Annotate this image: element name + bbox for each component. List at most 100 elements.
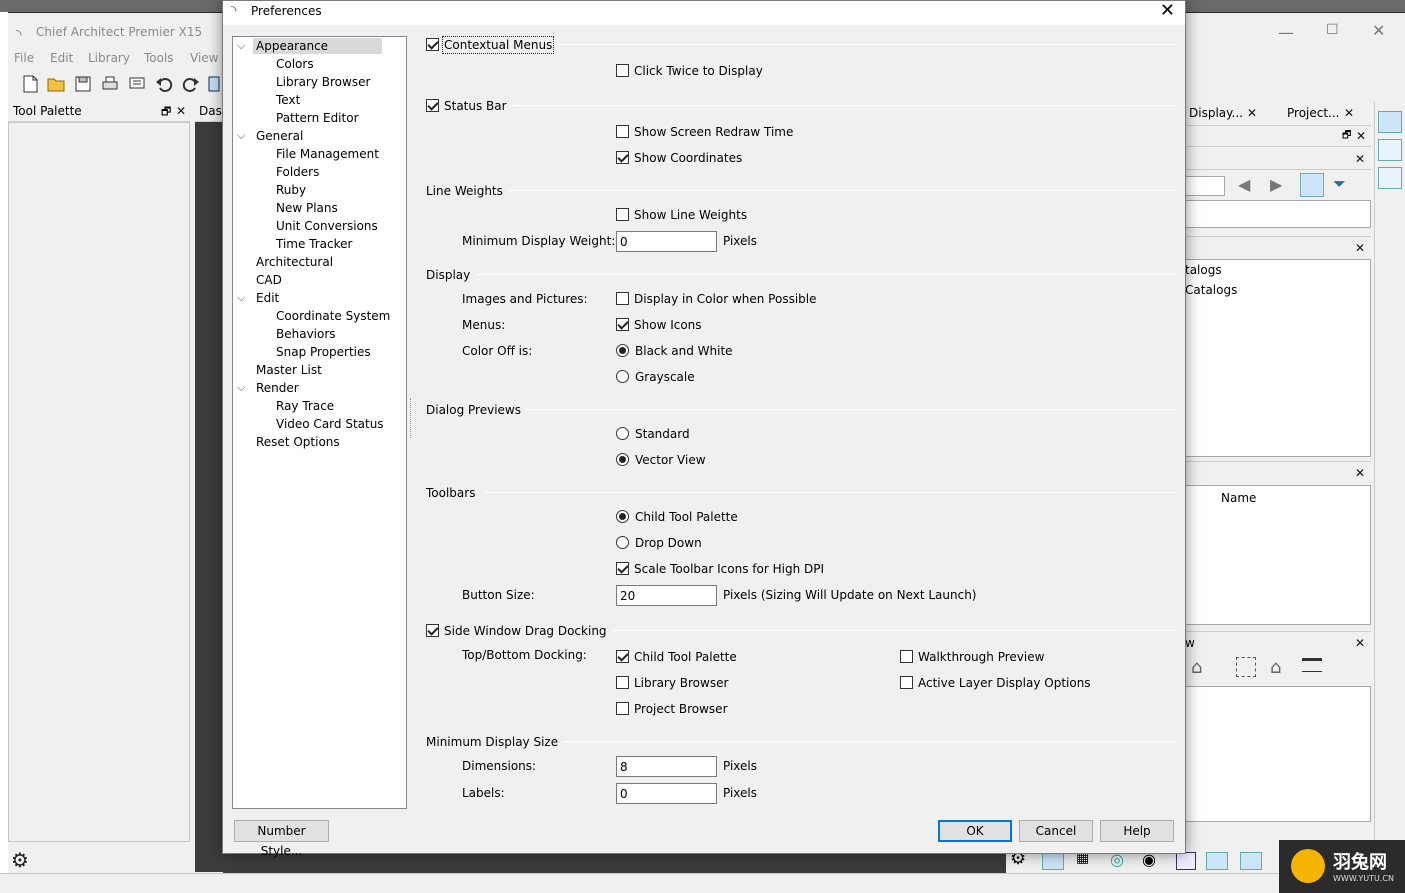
dock-active-layer-checkbox[interactable]	[900, 676, 913, 689]
house-view-icon[interactable]: ⌂	[1270, 657, 1281, 678]
side-docking-checkbox[interactable]	[426, 624, 439, 637]
tree-item-architectural[interactable]: Architectural	[256, 254, 333, 270]
browser-toggle-icon[interactable]	[1206, 852, 1228, 870]
dock-walkthrough-checkbox[interactable]	[900, 650, 913, 663]
layer-set-icon[interactable]	[1042, 852, 1064, 870]
new-file-icon[interactable]	[20, 74, 40, 94]
center-tab[interactable]: Das	[195, 101, 223, 122]
panel-splitter[interactable]	[410, 398, 413, 438]
vector-view-radio[interactable]	[616, 453, 629, 466]
vector-view-label[interactable]: Vector View	[635, 453, 706, 467]
dock-library-browser-label[interactable]: Library Browser	[634, 676, 728, 690]
tree-item-library-browser[interactable]: Library Browser	[276, 74, 370, 90]
close-right-panel-icon[interactable]: ✕	[1356, 129, 1366, 143]
grayscale-label[interactable]: Grayscale	[635, 370, 695, 384]
close-display-tab-icon[interactable]: ✕	[1247, 106, 1257, 120]
dialog-close-icon[interactable]: ✕	[1160, 1, 1175, 21]
black-white-label[interactable]: Black and White	[635, 344, 733, 358]
ok-button[interactable]: OK	[938, 820, 1012, 842]
catalog-item[interactable]: talogs	[1185, 263, 1222, 277]
dock-child-palette-label[interactable]: Child Tool Palette	[634, 650, 737, 664]
child-tool-palette-radio[interactable]	[616, 510, 629, 523]
status-bar-checkbox[interactable]	[426, 99, 439, 112]
dock-child-palette-checkbox[interactable]	[616, 650, 629, 663]
tree-item-edit[interactable]: Edit	[256, 290, 279, 306]
show-coordinates-checkbox[interactable]	[616, 151, 629, 164]
tree-item-unit-conversions[interactable]: Unit Conversions	[276, 218, 378, 234]
scale-toolbar-label[interactable]: Scale Toolbar Icons for High DPI	[634, 562, 824, 576]
close-project-tab-icon[interactable]: ✕	[1344, 106, 1354, 120]
dock-active-layer-label[interactable]: Active Layer Display Options	[918, 676, 1091, 690]
side-docking-label[interactable]: Side Window Drag Docking	[444, 624, 607, 638]
catalog-item[interactable]: Catalogs	[1185, 283, 1237, 297]
menu-view[interactable]: View	[190, 51, 218, 65]
tree-item-file-management[interactable]: File Management	[276, 146, 379, 162]
grayscale-radio[interactable]	[616, 370, 629, 383]
check-icon[interactable]	[1240, 852, 1262, 870]
help-button[interactable]: Help	[1100, 820, 1174, 842]
min-display-weight-input[interactable]	[616, 231, 717, 252]
black-white-radio[interactable]	[616, 344, 629, 357]
close-app-icon[interactable]: ✕	[1372, 21, 1385, 40]
tree-item-appearance[interactable]: Appearance	[253, 38, 383, 54]
library-browser-dock-icon[interactable]	[1378, 111, 1402, 133]
close-preview-icon[interactable]: ✕	[1355, 636, 1365, 650]
minimize-icon[interactable]: —	[1278, 23, 1294, 42]
undo-icon[interactable]	[154, 74, 174, 94]
project-browser-dock-icon[interactable]	[1378, 139, 1402, 161]
click-twice-checkbox[interactable]	[616, 64, 629, 77]
print-icon[interactable]	[100, 74, 120, 94]
drop-down-label[interactable]: Drop Down	[635, 536, 702, 550]
contextual-menus-checkbox[interactable]	[426, 38, 439, 51]
close-panel-icon[interactable]: ✕	[176, 104, 186, 118]
name-column-header[interactable]: Name	[1221, 491, 1256, 505]
dock-project-browser-checkbox[interactable]	[616, 702, 629, 715]
dimensions-input[interactable]	[616, 756, 717, 777]
settings-gear-icon[interactable]: ⚙	[11, 848, 29, 872]
tree-item-ray-trace[interactable]: Ray Trace	[276, 398, 334, 414]
drop-down-radio[interactable]	[616, 536, 629, 549]
tree-item-coordinate-system[interactable]: Coordinate System	[276, 308, 390, 324]
library-filter-icon[interactable]	[1300, 173, 1324, 197]
close-icon[interactable]: ✕	[1355, 152, 1365, 166]
tree-item-new-plans[interactable]: New Plans	[276, 200, 338, 216]
expand-chevron-icon[interactable]: ⌵	[237, 381, 245, 395]
expand-chevron-icon[interactable]: ⌵	[237, 291, 245, 305]
tree-item-master-list[interactable]: Master List	[256, 362, 322, 378]
contextual-menus-label[interactable]: Contextual Menus	[441, 36, 555, 54]
tree-item-pattern-editor[interactable]: Pattern Editor	[276, 110, 359, 126]
expand-chevron-icon[interactable]: ⌵	[237, 39, 245, 53]
standard-label[interactable]: Standard	[635, 427, 690, 441]
child-tool-palette-label[interactable]: Child Tool Palette	[635, 510, 738, 524]
restore-right-panel-icon[interactable]: 🗗	[1342, 128, 1351, 145]
forward-arrow-icon[interactable]: ▶	[1270, 175, 1282, 194]
show-line-weights-label[interactable]: Show Line Weights	[634, 208, 747, 222]
layer-display-dock-icon[interactable]	[1378, 167, 1402, 189]
menu-tools[interactable]: Tools	[144, 51, 174, 65]
close-results-icon[interactable]: ✕	[1355, 466, 1365, 480]
tree-item-folders[interactable]: Folders	[276, 164, 319, 180]
show-icons-label[interactable]: Show Icons	[634, 318, 702, 332]
restore-panel-icon[interactable]: 🗗	[161, 103, 171, 122]
tree-item-behaviors[interactable]: Behaviors	[276, 326, 336, 342]
maximize-icon[interactable]: ☐	[1326, 22, 1339, 38]
menu-edit[interactable]: Edit	[50, 51, 73, 65]
cancel-button[interactable]: Cancel	[1019, 820, 1093, 842]
fit-view-icon[interactable]	[1236, 657, 1256, 677]
number-style-button[interactable]: Number Style...	[234, 820, 329, 858]
status-bar-label[interactable]: Status Bar	[444, 99, 507, 113]
tree-item-cad[interactable]: CAD	[256, 272, 282, 288]
tree-item-video-card-status[interactable]: Video Card Status	[276, 416, 384, 432]
tree-item-snap-properties[interactable]: Snap Properties	[276, 344, 371, 360]
save-icon[interactable]	[73, 74, 93, 94]
display-color-checkbox[interactable]	[616, 292, 629, 305]
button-size-input[interactable]	[616, 585, 717, 606]
toolbar-overflow-icon[interactable]	[207, 74, 221, 94]
tree-item-colors[interactable]: Colors	[276, 56, 314, 72]
scale-toolbar-checkbox[interactable]	[616, 562, 629, 575]
display-color-label[interactable]: Display in Color when Possible	[634, 292, 817, 306]
print-preview-icon[interactable]	[127, 74, 147, 94]
show-coordinates-label[interactable]: Show Coordinates	[634, 151, 742, 165]
funnel-icon[interactable]: ⏷	[1333, 174, 1346, 194]
redo-icon[interactable]	[181, 74, 201, 94]
